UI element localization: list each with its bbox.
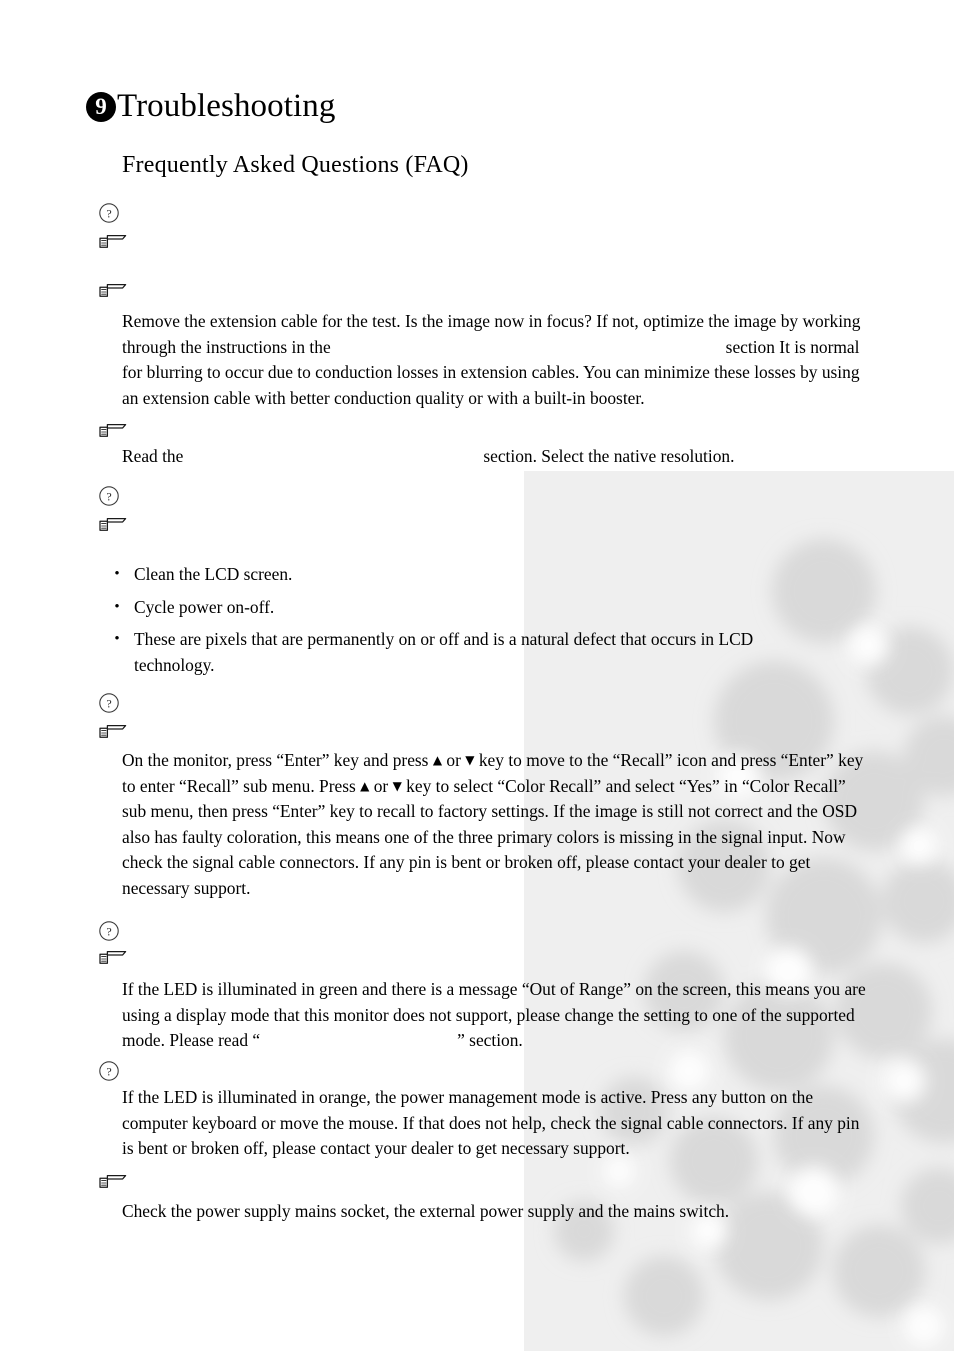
svg-text:?: ? <box>106 1065 111 1079</box>
question-circle-icon: ? <box>98 1060 132 1084</box>
section-title: Frequently Asked Questions (FAQ) <box>122 152 469 178</box>
arrow-down-icon: ▼ <box>465 753 475 767</box>
answer-paragraph-native-resolution: Read the section. Select the native resol… <box>122 444 874 470</box>
pointing-hand-icon <box>98 1172 132 1196</box>
answer-text-before-ref: Read the <box>122 446 184 466</box>
answer-paragraph-power-supply: Check the power supply mains socket, the… <box>122 1201 730 1221</box>
svg-text:?: ? <box>106 925 111 939</box>
bullet-icon: • <box>114 631 120 647</box>
answer-paragraph-out-of-range: If the LED is illuminated in green and t… <box>122 977 874 1054</box>
question-circle-icon: ? <box>98 920 132 944</box>
list-item-label: Clean the LCD screen. <box>134 564 293 584</box>
question-circle-icon: ? <box>98 692 132 716</box>
arrow-down-icon: ▼ <box>392 778 402 793</box>
page-title: Troubleshooting <box>117 88 336 124</box>
answer-text-after-ref: section. Select the native resolution. <box>483 446 735 466</box>
answer-text-part-1: On the monitor, press “Enter” key and pr… <box>122 750 429 770</box>
arrow-up-icon: ▲ <box>432 753 443 767</box>
pointing-hand-icon <box>98 948 132 972</box>
pointing-hand-icon <box>98 515 132 539</box>
answer-text-part-4: or <box>373 775 389 796</box>
redacted-section-reference <box>183 461 483 462</box>
answer-paragraph-color-recall: On the monitor, press “Enter” key and pr… <box>122 748 874 901</box>
list-item-label: Cycle power on-off. <box>134 596 275 617</box>
question-circle-icon: ? <box>98 202 132 226</box>
chapter-number-badge: 9 <box>86 91 116 122</box>
document-page: 9 Troubleshooting Frequently Asked Quest… <box>0 0 954 1351</box>
pointing-hand-icon <box>98 232 132 256</box>
answer-text-after-ref: ” section. <box>457 1030 523 1050</box>
svg-text:?: ? <box>106 697 111 711</box>
arrow-up-icon: ▲ <box>360 778 370 793</box>
answer-paragraph-orange-led: If the LED is illuminated in orange, the… <box>122 1087 860 1158</box>
list-item: • Clean the LCD screen. <box>100 562 870 588</box>
question-circle-icon: ? <box>98 485 132 509</box>
svg-text:?: ? <box>106 490 111 504</box>
answer-text-part-2: or <box>446 750 461 770</box>
chapter-heading: 9 Troubleshooting <box>86 90 335 123</box>
pointing-hand-icon <box>98 281 132 305</box>
bullet-icon: • <box>114 598 120 615</box>
troubleshooting-bullet-list: • Clean the LCD screen. • Cycle power on… <box>100 562 870 685</box>
bullet-icon: • <box>114 566 120 582</box>
redacted-section-reference <box>331 352 726 353</box>
list-item: • These are pixels that are permanently … <box>100 627 870 678</box>
pointing-hand-icon <box>98 421 132 445</box>
answer-paragraph-extension-cable: Remove the extension cable for the test.… <box>122 309 874 411</box>
list-item-label: These are pixels that are permanently on… <box>134 629 754 675</box>
pointing-hand-icon <box>98 722 132 746</box>
list-item: • Cycle power on-off. <box>100 595 870 621</box>
redacted-section-reference <box>260 1045 457 1046</box>
svg-text:?: ? <box>106 207 111 221</box>
